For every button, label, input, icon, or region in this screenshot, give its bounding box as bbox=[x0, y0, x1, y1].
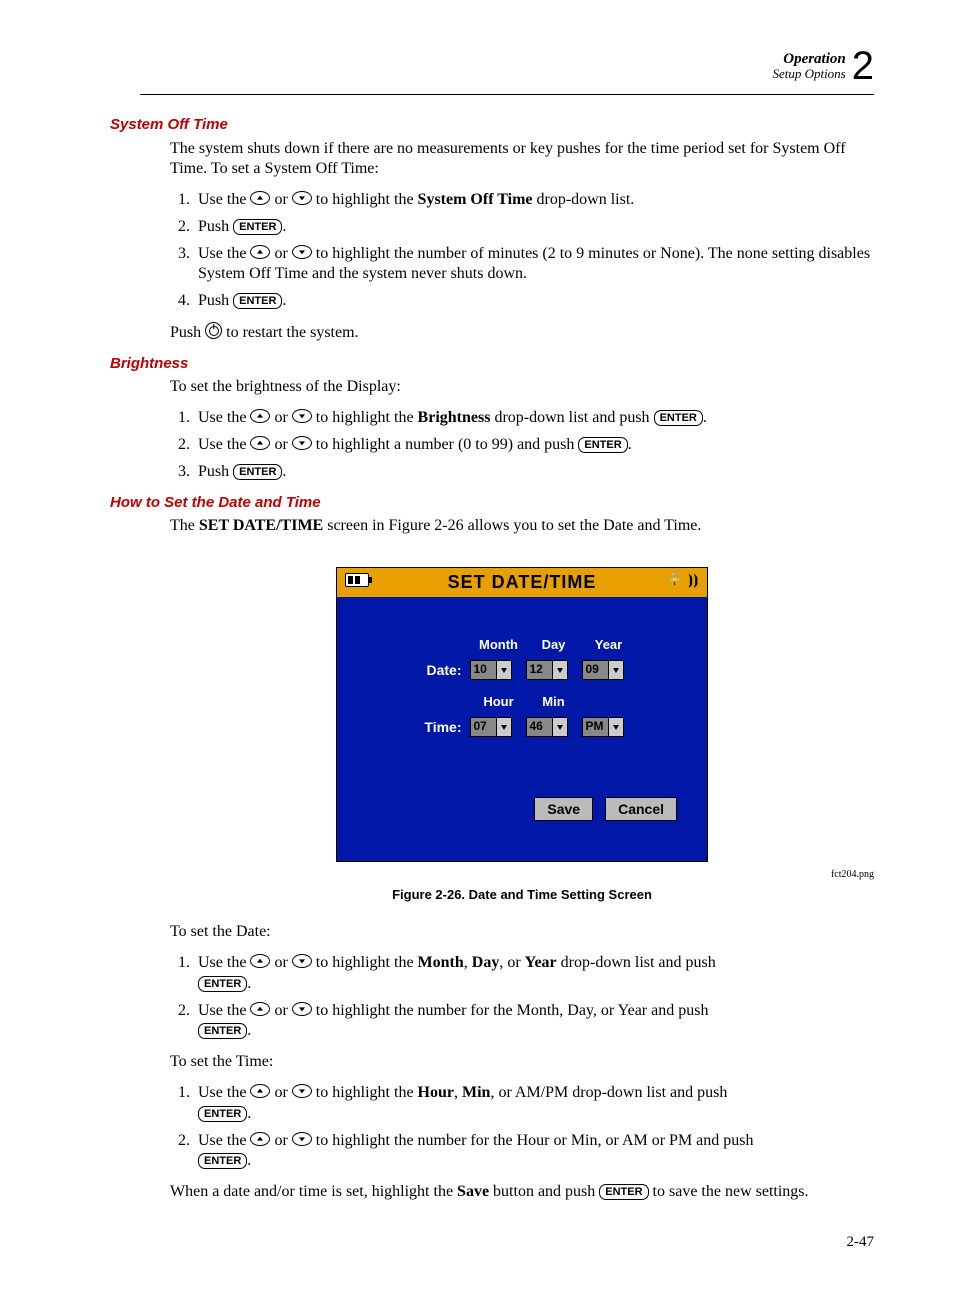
down-arrow-icon bbox=[292, 1132, 312, 1146]
date-intro: To set the Date: bbox=[170, 922, 874, 943]
down-arrow-icon bbox=[292, 954, 312, 968]
section-system-off-time: System Off Time bbox=[110, 115, 874, 135]
device-title: SET DATE/TIME bbox=[448, 571, 597, 594]
time-steps: Use the or to highlight the Hour, Min, o… bbox=[170, 1083, 874, 1172]
down-arrow-icon bbox=[292, 1002, 312, 1016]
year-label: Year bbox=[581, 637, 636, 654]
time-step-2: Use the or to highlight the number for t… bbox=[194, 1131, 874, 1173]
down-arrow-icon bbox=[292, 409, 312, 423]
date-row-label: Date: bbox=[407, 661, 470, 679]
month-label: Month bbox=[471, 637, 526, 654]
up-arrow-icon bbox=[250, 436, 270, 450]
cancel-button[interactable]: Cancel bbox=[605, 797, 677, 821]
date-steps: Use the or to highlight the Month, Day, … bbox=[170, 953, 874, 1042]
save-button[interactable]: Save bbox=[534, 797, 593, 821]
sot-step-1: Use the or to highlight the System Off T… bbox=[194, 190, 874, 211]
enter-key-icon: ENTER bbox=[233, 293, 282, 309]
hour-label: Hour bbox=[471, 694, 526, 711]
bri-step-1: Use the or to highlight the Brightness d… bbox=[194, 408, 874, 429]
chevron-down-icon bbox=[552, 718, 567, 736]
chevron-down-icon bbox=[496, 661, 511, 679]
enter-key-icon: ENTER bbox=[233, 464, 282, 480]
battery-icon bbox=[345, 573, 369, 587]
enter-key-icon: ENTER bbox=[654, 410, 703, 426]
day-label: Day bbox=[526, 637, 581, 654]
up-arrow-icon bbox=[250, 954, 270, 968]
up-arrow-icon bbox=[250, 1002, 270, 1016]
page-header: Operation Setup Options 2 bbox=[140, 40, 874, 95]
section-date-time: How to Set the Date and Time bbox=[110, 493, 874, 513]
sot-restart: Push to restart the system. bbox=[170, 322, 874, 344]
image-filename: fct204.png bbox=[170, 868, 874, 881]
min-label: Min bbox=[526, 694, 581, 711]
enter-key-icon: ENTER bbox=[198, 1106, 247, 1122]
device-body: Month Day Year Date: 10 12 09 Hour Min T… bbox=[337, 597, 707, 861]
chevron-down-icon bbox=[608, 661, 623, 679]
enter-key-icon: ENTER bbox=[599, 1184, 648, 1200]
enter-key-icon: ENTER bbox=[198, 1023, 247, 1039]
down-arrow-icon bbox=[292, 245, 312, 259]
sot-step-4: Push ENTER. bbox=[194, 291, 874, 312]
section-brightness: Brightness bbox=[110, 354, 874, 374]
ampm-dropdown[interactable]: PM bbox=[582, 717, 624, 737]
time-row-label: Time: bbox=[407, 718, 470, 736]
bri-steps: Use the or to highlight the Brightness d… bbox=[170, 408, 874, 482]
up-arrow-icon bbox=[250, 1084, 270, 1098]
enter-key-icon: ENTER bbox=[578, 437, 627, 453]
device-screen: SET DATE/TIME 🔒 ⦘⦘ Month Day Year Date: … bbox=[336, 567, 708, 862]
sot-step-3: Use the or to highlight the number of mi… bbox=[194, 244, 874, 286]
time-intro: To set the Time: bbox=[170, 1052, 874, 1073]
date-step-1: Use the or to highlight the Month, Day, … bbox=[194, 953, 874, 995]
power-icon bbox=[205, 322, 222, 339]
enter-key-icon: ENTER bbox=[198, 1153, 247, 1169]
bri-step-2: Use the or to highlight a number (0 to 9… bbox=[194, 435, 874, 456]
up-arrow-icon bbox=[250, 245, 270, 259]
down-arrow-icon bbox=[292, 436, 312, 450]
sot-step-2: Push ENTER. bbox=[194, 217, 874, 238]
time-step-1: Use the or to highlight the Hour, Min, o… bbox=[194, 1083, 874, 1125]
final-note: When a date and/or time is set, highligh… bbox=[170, 1182, 874, 1203]
chevron-down-icon bbox=[552, 661, 567, 679]
up-arrow-icon bbox=[250, 409, 270, 423]
up-arrow-icon bbox=[250, 191, 270, 205]
year-dropdown[interactable]: 09 bbox=[582, 660, 624, 680]
month-dropdown[interactable]: 10 bbox=[470, 660, 512, 680]
chevron-down-icon bbox=[496, 718, 511, 736]
chapter-number: 2 bbox=[852, 40, 874, 92]
hour-dropdown[interactable]: 07 bbox=[470, 717, 512, 737]
dt-intro: The SET DATE/TIME screen in Figure 2-26 … bbox=[170, 516, 874, 537]
down-arrow-icon bbox=[292, 1084, 312, 1098]
sot-steps: Use the or to highlight the System Off T… bbox=[170, 190, 874, 312]
sot-intro: The system shuts down if there are no me… bbox=[170, 139, 874, 181]
bri-intro: To set the brightness of the Display: bbox=[170, 377, 874, 398]
date-step-2: Use the or to highlight the number for t… bbox=[194, 1001, 874, 1043]
chevron-down-icon bbox=[608, 718, 623, 736]
day-dropdown[interactable]: 12 bbox=[526, 660, 568, 680]
down-arrow-icon bbox=[292, 191, 312, 205]
min-dropdown[interactable]: 46 bbox=[526, 717, 568, 737]
up-arrow-icon bbox=[250, 1132, 270, 1146]
header-title: Operation bbox=[772, 51, 845, 68]
header-subtitle: Setup Options bbox=[772, 67, 845, 81]
enter-key-icon: ENTER bbox=[233, 219, 282, 235]
figure-caption: Figure 2-26. Date and Time Setting Scree… bbox=[170, 887, 874, 904]
sound-icon: 🔒 ⦘⦘ bbox=[667, 572, 699, 589]
device-title-bar: SET DATE/TIME 🔒 ⦘⦘ bbox=[337, 568, 707, 597]
enter-key-icon: ENTER bbox=[198, 976, 247, 992]
bri-step-3: Push ENTER. bbox=[194, 462, 874, 483]
page-number: 2-47 bbox=[140, 1233, 874, 1253]
